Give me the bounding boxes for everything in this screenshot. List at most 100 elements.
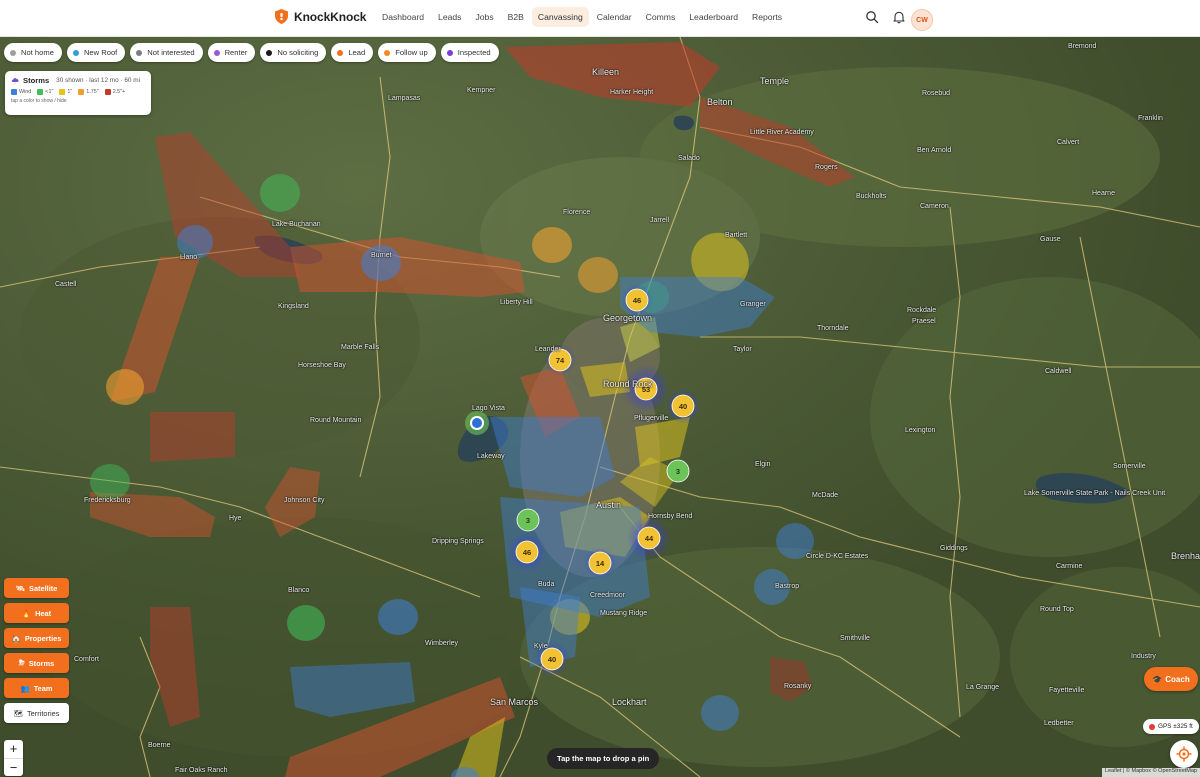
nav-leaderboard[interactable]: Leaderboard xyxy=(683,7,744,27)
bell-icon[interactable] xyxy=(892,10,906,24)
cluster-marker[interactable]: 44 xyxy=(627,516,671,560)
layer-team-button[interactable]: 👥 Team xyxy=(4,678,69,698)
place-label: Leander xyxy=(535,346,561,353)
zoom-in-button[interactable]: + xyxy=(4,740,23,758)
storm-key-under-1in[interactable]: <1" xyxy=(37,89,53,95)
chip-label: Not interested xyxy=(147,48,195,57)
filter-chip-no-soliciting[interactable]: No soliciting xyxy=(260,43,327,62)
search-icon[interactable] xyxy=(865,10,879,24)
place-label: Thorndale xyxy=(817,325,849,332)
place-label: Liberty Hill xyxy=(500,299,533,306)
place-label: Mustang Ridge xyxy=(600,610,648,617)
nav-dashboard[interactable]: Dashboard xyxy=(376,7,430,27)
cluster-marker[interactable]: 3 xyxy=(666,459,690,483)
storm-key-wind[interactable]: Wind xyxy=(11,89,31,95)
nav-jobs[interactable]: Jobs xyxy=(469,7,499,27)
storms-legend-title: Storms 30 shown · last 12 mo · 60 mi xyxy=(11,76,145,85)
filter-chip-inspected[interactable]: Inspected xyxy=(440,43,499,62)
cluster-count: 3 xyxy=(526,516,530,525)
filter-chip-not-interested[interactable]: Not interested xyxy=(130,43,203,62)
filter-chip-renter[interactable]: Renter xyxy=(207,43,256,62)
gps-accuracy-badge: GPS ±325 ft xyxy=(1143,719,1199,734)
nav-b2b[interactable]: B2B xyxy=(502,7,530,27)
layer-properties-button[interactable]: 🏠 Properties xyxy=(4,628,69,648)
swatch xyxy=(59,89,66,95)
flame-icon: 🔥 xyxy=(21,608,32,618)
layer-label: Heat xyxy=(35,608,52,618)
layer-storms-button[interactable]: ⛈ Storms xyxy=(4,653,69,673)
storm-icon: ⛈ xyxy=(18,658,25,667)
status-dot xyxy=(213,49,220,56)
layer-territories-button[interactable]: 🗺 Territories xyxy=(4,703,69,723)
user-avatar[interactable]: CW xyxy=(911,9,933,31)
map-canvas[interactable]: 46 74 53 40 3 3 46 44 14 40 Killeen Hark… xyxy=(0,37,1200,777)
storm-key-2-5in-plus[interactable]: 2.5"+ xyxy=(104,89,125,95)
cluster-marker[interactable]: 53 xyxy=(622,365,670,413)
place-label: Lexington xyxy=(905,427,936,434)
place-label: Gause xyxy=(1040,236,1061,243)
place-label: Llano xyxy=(180,254,198,261)
storms-summary: 30 shown · last 12 mo · 60 mi xyxy=(56,77,140,84)
cluster-marker[interactable]: 46 xyxy=(621,284,653,316)
locate-me-button[interactable] xyxy=(1170,740,1198,768)
swatch xyxy=(11,89,17,95)
cluster-marker[interactable]: 46 xyxy=(507,532,547,572)
place-label: Lago Vista xyxy=(472,405,505,412)
chip-label: Follow up xyxy=(395,48,428,57)
zoom-out-button[interactable]: − xyxy=(4,758,23,776)
key-label: 1" xyxy=(67,89,73,95)
place-label: Belton xyxy=(707,97,733,107)
place-label: Lampasas xyxy=(388,95,421,102)
storm-key-1in[interactable]: 1" xyxy=(59,89,72,95)
nav-calendar[interactable]: Calendar xyxy=(591,7,638,27)
place-label: Giddings xyxy=(940,545,968,552)
place-label: Hearne xyxy=(1092,190,1115,197)
place-label: Round Rock xyxy=(603,379,653,389)
chip-label: Inspected xyxy=(457,48,491,57)
nav-comms[interactable]: Comms xyxy=(640,7,682,27)
place-label: Little River Academy xyxy=(750,129,814,136)
status-filter-chips: Not home New Roof Not interested Renter … xyxy=(4,43,499,62)
place-label: Rockdale xyxy=(907,307,937,314)
filter-chip-new-roof[interactable]: New Roof xyxy=(66,43,126,62)
top-navigation-bar: KnockKnock Dashboard Leads Jobs B2B Canv… xyxy=(0,0,1200,37)
place-label: La Grange xyxy=(966,684,1000,691)
swatch xyxy=(78,89,85,95)
nav-canvassing[interactable]: Canvassing xyxy=(531,7,589,27)
cluster-marker[interactable]: 40 xyxy=(665,388,701,424)
storm-key-1-75in[interactable]: 1.75" xyxy=(78,89,99,95)
place-label: Comfort xyxy=(74,656,99,663)
coach-button[interactable]: 🎓 Coach xyxy=(1144,667,1198,691)
layer-satellite-button[interactable]: 🛰 Satellite xyxy=(4,578,69,598)
layer-heat-button[interactable]: 🔥 Heat xyxy=(4,603,69,623)
current-location-marker[interactable] xyxy=(465,411,489,435)
satellite-map: 46 74 53 40 3 3 46 44 14 40 xyxy=(0,37,1200,777)
brand-name: KnockKnock xyxy=(294,9,367,24)
place-label: Salado xyxy=(678,155,700,162)
place-label: Franklin xyxy=(1138,115,1163,122)
crosshair-icon xyxy=(1176,746,1192,762)
place-label: Harker Height xyxy=(610,89,654,96)
place-label: Fayetteville xyxy=(1049,687,1085,694)
filter-chip-lead[interactable]: Lead xyxy=(331,43,374,62)
layer-label: Properties xyxy=(24,633,62,643)
layer-label: Storms xyxy=(28,658,55,668)
cluster-marker[interactable]: 3 xyxy=(516,508,540,532)
team-icon: 👥 xyxy=(20,683,30,693)
cluster-marker[interactable]: 14 xyxy=(584,547,616,579)
nav-reports[interactable]: Reports xyxy=(746,7,788,27)
place-label: Round Top xyxy=(1040,606,1074,613)
place-label: Elgin xyxy=(755,461,771,468)
filter-chip-follow-up[interactable]: Follow up xyxy=(378,43,436,62)
coach-icon: 🎓 xyxy=(1152,674,1163,684)
place-label: Brenham xyxy=(1171,551,1200,561)
brand-logo-icon xyxy=(275,9,288,24)
place-label: Rosebud xyxy=(922,90,951,97)
cluster-count: 46 xyxy=(633,296,641,305)
filter-chip-not-home[interactable]: Not home xyxy=(4,43,62,62)
cluster-count: 46 xyxy=(523,548,531,557)
layer-label: Satellite xyxy=(29,583,58,593)
brand[interactable]: KnockKnock xyxy=(275,9,366,24)
place-label: Johnson City xyxy=(284,497,325,504)
nav-leads[interactable]: Leads xyxy=(432,7,467,27)
